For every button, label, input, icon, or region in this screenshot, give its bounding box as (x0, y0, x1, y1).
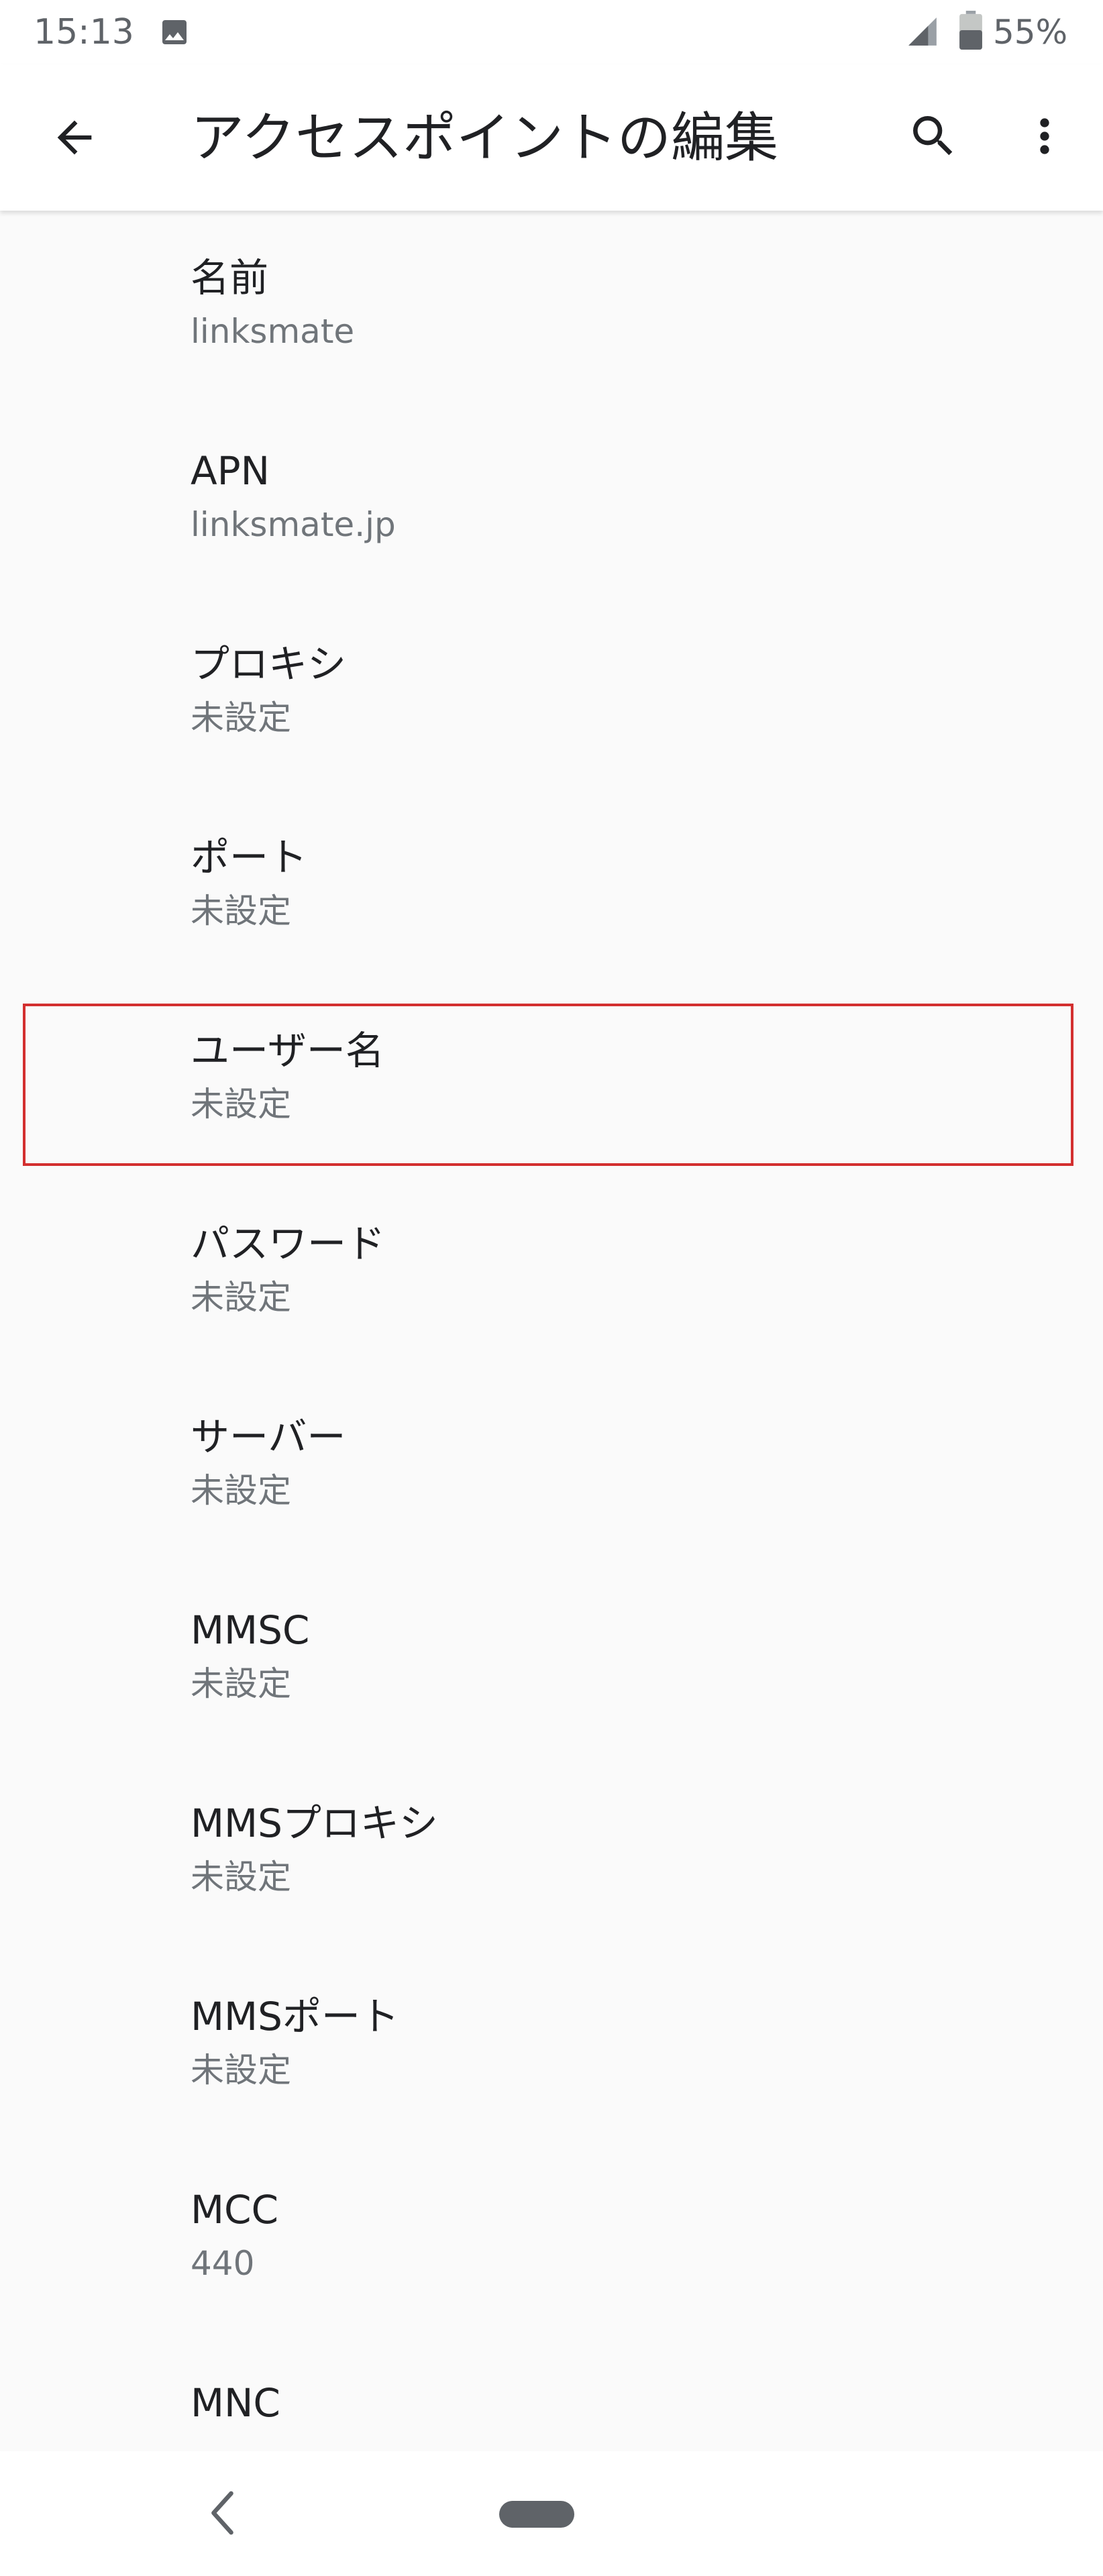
setting-password[interactable]: パスワード 未設定 (0, 1177, 1103, 1370)
settings-list: 名前 linksmate APN linksmate.jp プロキシ 未設定 ポ… (0, 211, 1103, 2451)
setting-summary: 未設定 (191, 1664, 291, 1703)
setting-title: APN (191, 448, 270, 494)
setting-title: プロキシ (191, 641, 347, 687)
setting-name[interactable]: 名前 linksmate (0, 211, 1103, 404)
setting-title: ユーザー名 (191, 1028, 384, 1073)
setting-title: パスワード (191, 1221, 386, 1267)
setting-summary: 440 (191, 2244, 255, 2283)
setting-summary: 未設定 (191, 1278, 291, 1317)
setting-summary: 未設定 (191, 892, 291, 930)
image-icon (162, 20, 187, 44)
search-button[interactable] (899, 102, 967, 170)
setting-port[interactable]: ポート 未設定 (0, 790, 1103, 983)
setting-summary: 未設定 (191, 698, 291, 737)
setting-title: MMSプロキシ (191, 1801, 438, 1846)
setting-mcc[interactable]: MCC 440 (0, 2143, 1103, 2336)
search-icon (913, 116, 953, 156)
nav-back-icon (211, 2491, 233, 2535)
back-arrow-icon (57, 120, 92, 155)
setting-title: MCC (191, 2187, 279, 2233)
setting-title: 名前 (191, 255, 269, 301)
setting-summary: 未設定 (191, 2051, 291, 2090)
back-button[interactable] (40, 103, 109, 172)
setting-username[interactable]: ユーザー名 未設定 (0, 983, 1103, 1177)
setting-title: ポート (191, 835, 308, 880)
setting-apn[interactable]: APN linksmate.jp (0, 404, 1103, 597)
status-bar: 15:13 55% (0, 0, 1103, 64)
setting-summary: 未設定 (191, 1471, 291, 1510)
more-options-button[interactable] (1010, 102, 1079, 170)
setting-summary: linksmate (191, 312, 355, 351)
home-pill-icon[interactable] (499, 2501, 574, 2528)
setting-server[interactable]: サーバー 未設定 (0, 1370, 1103, 1563)
more-vert-icon (1040, 118, 1049, 154)
setting-summary: 未設定 (191, 1085, 291, 1124)
setting-title: MNC (191, 2380, 280, 2426)
navigation-bar (0, 2451, 1103, 2576)
signal-icon (908, 17, 937, 46)
setting-title: MMSC (191, 1607, 310, 1653)
setting-mnc[interactable]: MNC (0, 2336, 1103, 2451)
setting-summary: linksmate.jp (191, 505, 396, 544)
setting-title: サーバー (191, 1414, 346, 1460)
setting-mms-port[interactable]: MMSポート 未設定 (0, 1949, 1103, 2143)
app-bar: アクセスポイントの編集 (0, 64, 1103, 211)
setting-mms-proxy[interactable]: MMSプロキシ 未設定 (0, 1756, 1103, 1949)
nav-back-button[interactable] (195, 2481, 248, 2545)
status-time: 15:13 (34, 12, 134, 52)
battery-percentage: 55% (993, 13, 1068, 52)
setting-title: MMSポート (191, 1994, 399, 2039)
setting-summary: 未設定 (191, 1858, 291, 1896)
battery-icon (959, 11, 982, 50)
setting-proxy[interactable]: プロキシ 未設定 (0, 597, 1103, 790)
setting-mmsc[interactable]: MMSC 未設定 (0, 1563, 1103, 1756)
page-title: アクセスポイントの編集 (191, 107, 778, 169)
